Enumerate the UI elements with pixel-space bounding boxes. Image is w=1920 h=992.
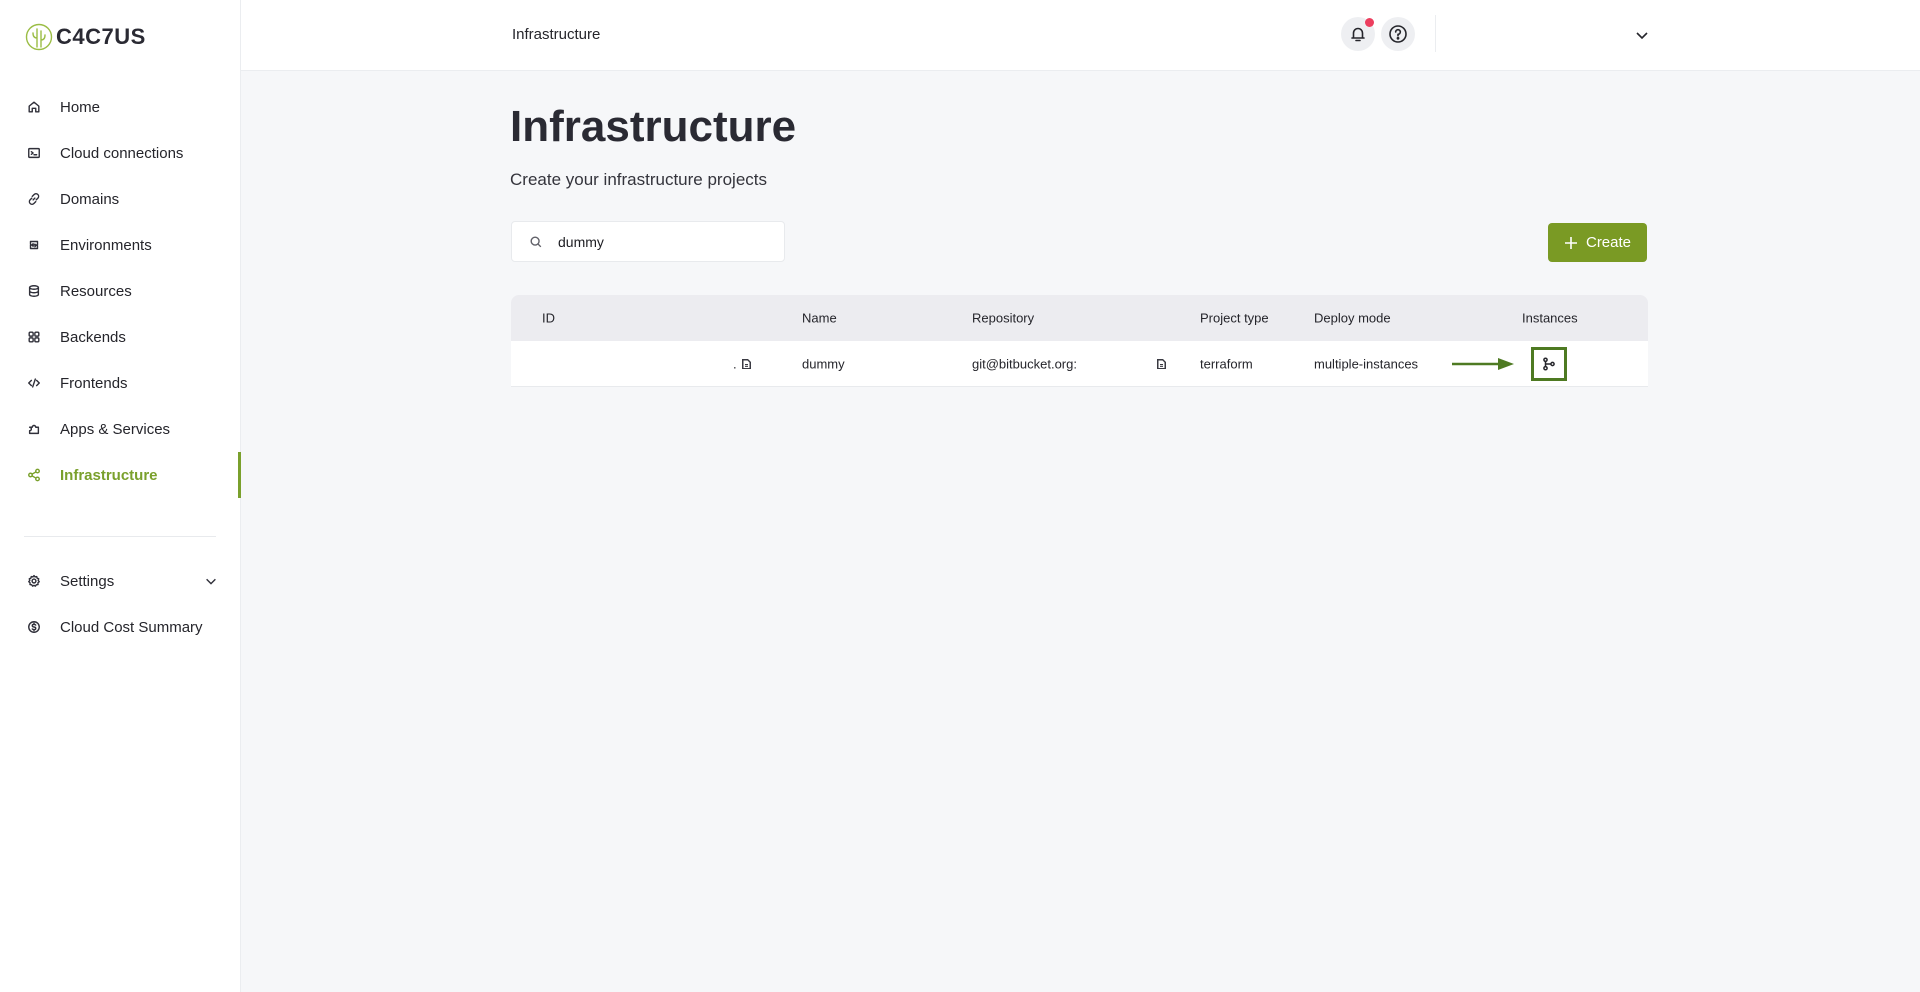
sidebar-item-label: Settings <box>60 572 115 590</box>
cell-name: dummy <box>802 356 845 371</box>
sidebar-item-domains[interactable]: Domains <box>0 176 240 222</box>
notification-badge <box>1365 18 1374 27</box>
top-header: Infrastructure <box>241 0 1920 71</box>
grid-icon <box>26 329 42 345</box>
page-title: Infrastructure <box>510 102 797 151</box>
search-box[interactable] <box>511 221 785 262</box>
sidebar-item-cloud-cost-summary[interactable]: Cloud Cost Summary <box>0 604 240 650</box>
environments-icon <box>26 237 42 253</box>
cactus-logo-icon <box>25 23 53 51</box>
sidebar-item-label: Infrastructure <box>60 466 158 484</box>
sidebar-item-label: Apps & Services <box>60 420 171 438</box>
sidebar-item-environments[interactable]: Environments <box>0 222 240 268</box>
copy-repository-icon[interactable] <box>1154 357 1168 371</box>
logo-text: C4C7US <box>56 24 146 49</box>
column-header-id[interactable]: ID <box>542 311 555 326</box>
puzzle-icon <box>26 421 42 437</box>
user-menu-chevron-icon[interactable] <box>1634 27 1650 43</box>
cell-deploy-mode: multiple-instances <box>1314 356 1419 371</box>
column-header-repository[interactable]: Repository <box>972 311 1034 326</box>
page-subtitle: Create your infrastructure projects <box>510 170 767 189</box>
create-button-label: Create <box>1585 234 1632 251</box>
search-input[interactable] <box>558 233 758 250</box>
notifications-button[interactable] <box>1341 17 1375 51</box>
column-header-instances[interactable]: Instances <box>1522 311 1578 326</box>
sidebar-item-settings[interactable]: Settings <box>0 558 240 604</box>
sidebar-item-label: Cloud connections <box>60 144 184 162</box>
sidebar-item-label: Home <box>60 98 101 116</box>
breadcrumb: Infrastructure <box>512 26 601 43</box>
bell-icon <box>1351 27 1365 42</box>
help-icon <box>1389 25 1407 43</box>
sidebar-bottom-nav: Settings Cloud Cost Summary <box>0 558 240 650</box>
projects-table: ID Name Repository Project type Deploy m… <box>511 295 1648 387</box>
cell-id: . <box>733 356 737 371</box>
sidebar-item-frontends[interactable]: Frontends <box>0 360 240 406</box>
sidebar-item-label: Cloud Cost Summary <box>60 618 203 636</box>
sidebar-nav: Home Cloud connections Domains Environme… <box>0 84 241 498</box>
column-header-project-type[interactable]: Project type <box>1200 311 1269 326</box>
column-header-name[interactable]: Name <box>802 311 837 326</box>
home-icon <box>26 99 42 115</box>
sidebar-item-backends[interactable]: Backends <box>0 314 240 360</box>
cell-project-type: terraform <box>1200 356 1253 371</box>
sidebar-item-resources[interactable]: Resources <box>0 268 240 314</box>
chevron-down-icon[interactable] <box>204 574 218 588</box>
sidebar-item-label: Environments <box>60 236 152 254</box>
table-row[interactable]: . dummy git@bitbucket.org: terraform mul… <box>511 341 1648 387</box>
sidebar-divider <box>24 536 216 537</box>
dollar-circle-icon <box>26 619 42 635</box>
help-button[interactable] <box>1381 17 1415 51</box>
sidebar-item-label: Backends <box>60 328 126 346</box>
terminal-icon <box>26 145 42 161</box>
annotation-arrow-icon <box>1452 357 1514 370</box>
column-header-deploy-mode[interactable]: Deploy mode <box>1314 311 1391 326</box>
sidebar-item-home[interactable]: Home <box>0 84 240 130</box>
share-nodes-icon <box>26 467 42 483</box>
sidebar-item-cloud-connections[interactable]: Cloud connections <box>0 130 240 176</box>
view-instances-button[interactable] <box>1531 346 1567 381</box>
sidebar-item-label: Resources <box>60 282 132 300</box>
cell-repository: git@bitbucket.org: <box>972 356 1077 371</box>
git-branch-icon <box>1543 356 1555 371</box>
sidebar-item-infrastructure[interactable]: Infrastructure <box>0 452 241 498</box>
logo[interactable]: C4C7US <box>24 22 146 52</box>
plus-icon <box>1564 236 1577 249</box>
sidebar-item-apps-services[interactable]: Apps & Services <box>0 406 240 452</box>
sidebar-item-label: Domains <box>60 190 120 208</box>
database-icon <box>26 283 42 299</box>
link-icon <box>26 191 42 207</box>
header-divider <box>1435 15 1436 52</box>
sidebar-item-label: Frontends <box>60 374 128 392</box>
copy-id-icon[interactable] <box>739 357 753 371</box>
sidebar: C4C7US Home Cloud connections Domains En… <box>0 0 241 992</box>
search-icon <box>529 235 543 249</box>
table-header: ID Name Repository Project type Deploy m… <box>511 295 1648 341</box>
code-icon <box>26 375 42 391</box>
gear-icon <box>26 573 42 589</box>
create-button[interactable]: Create <box>1548 223 1647 262</box>
